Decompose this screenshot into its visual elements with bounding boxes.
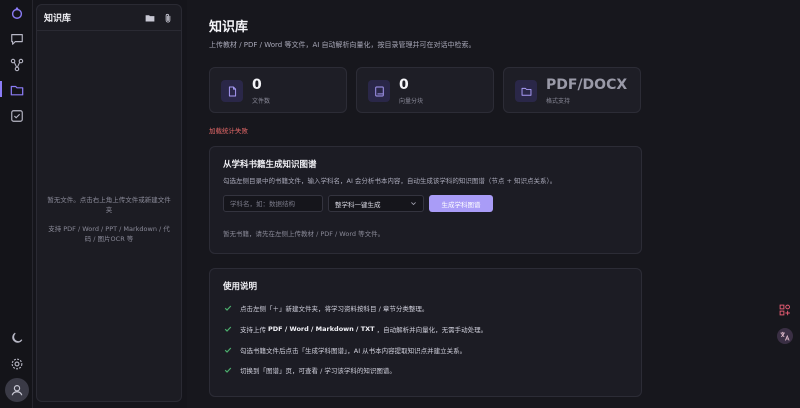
book-icon bbox=[368, 80, 390, 102]
folder-icon bbox=[515, 80, 537, 102]
stat-label: 文件数 bbox=[252, 98, 271, 105]
instruction-item: 点击左侧「＋」新建文件夹，将学习资料按科目 / 章节分类整理。 bbox=[224, 303, 428, 313]
sidebar-title: 知识库 bbox=[44, 14, 72, 24]
page-description: 上传教材 / PDF / Word 等文件，AI 自动解析向量化，按目录管理并可… bbox=[209, 41, 476, 49]
generate-mode-select[interactable]: 整学科一键生成 bbox=[328, 195, 424, 212]
check-icon bbox=[224, 305, 232, 311]
stat-value: 0 bbox=[252, 77, 262, 93]
generate-graph-button[interactable]: 生成学科图谱 bbox=[429, 195, 493, 212]
stat-value: PDF/DOCX bbox=[546, 77, 628, 93]
chat-icon[interactable] bbox=[8, 30, 25, 47]
translate-button[interactable] bbox=[777, 328, 793, 344]
stat-card-files: 0 文件数 bbox=[209, 67, 347, 113]
card-title: 使用说明 bbox=[223, 282, 258, 292]
card-description: 勾选左侧目录中的书籍文件，输入学科名，AI 会分析书本内容，自动生成该学科的知识… bbox=[223, 177, 557, 185]
new-folder-button[interactable] bbox=[144, 12, 156, 24]
file-icon bbox=[221, 80, 243, 102]
empty-text: 暂无文件。点击右上角上传文件或新建文件夹 bbox=[47, 196, 171, 214]
theme-moon-icon[interactable] bbox=[8, 329, 25, 346]
file-sidebar: 知识库 暂无文件。点击右上角上传文件或新建文件夹 支持 PDF / Word /… bbox=[36, 4, 182, 402]
icon-rail bbox=[0, 0, 33, 408]
instruction-item: 勾选书籍文件后点击「生成学科图谱」，AI 从书本内容提取知识点并建立关系。 bbox=[224, 345, 466, 355]
stat-card-formats: PDF/DOCX 格式支持 bbox=[503, 67, 641, 113]
translate-icon bbox=[780, 331, 790, 341]
shapes-tool-button[interactable] bbox=[777, 302, 793, 318]
app-logo-icon[interactable] bbox=[8, 4, 25, 21]
user-avatar[interactable] bbox=[5, 378, 29, 402]
chevron-down-icon bbox=[411, 202, 416, 206]
select-value: 整学科一键生成 bbox=[335, 200, 381, 209]
shapes-icon bbox=[779, 304, 790, 316]
stat-label: 向量分块 bbox=[399, 98, 424, 105]
instruction-item: 支持上传 PDF / Word / Markdown / TXT ，自动解析并向… bbox=[224, 324, 487, 334]
sidebar-empty-state: 暂无文件。点击右上角上传文件或新建文件夹 支持 PDF / Word / PPT… bbox=[45, 195, 173, 244]
no-books-note: 暂无书籍，请先在左侧上传教材 / PDF / Word 等文件。 bbox=[223, 230, 385, 238]
graph-generate-card: 从学科书籍生成知识图谱 勾选左侧目录中的书籍文件，输入学科名，AI 会分析书本内… bbox=[209, 146, 642, 254]
stat-card-chunks: 0 向量分块 bbox=[356, 67, 494, 113]
user-icon bbox=[11, 385, 23, 396]
check-icon bbox=[224, 347, 232, 353]
graph-icon[interactable] bbox=[8, 56, 25, 73]
task-check-icon[interactable] bbox=[8, 107, 25, 124]
instruction-item: 切换到「图谱」页，可查看 / 学习该学科的知识图谱。 bbox=[224, 365, 396, 375]
supported-formats-text: 支持 PDF / Word / PPT / Markdown / 代码 / 图片… bbox=[48, 225, 170, 243]
upload-file-button[interactable] bbox=[162, 12, 174, 24]
subject-name-input[interactable] bbox=[223, 195, 323, 212]
check-icon bbox=[224, 367, 232, 373]
stat-value: 0 bbox=[399, 77, 409, 93]
paperclip-icon bbox=[165, 13, 171, 22]
page-title: 知识库 bbox=[209, 20, 249, 35]
format-list-text: PDF / Word / Markdown / TXT bbox=[268, 325, 375, 333]
sidebar-header: 知识库 bbox=[37, 5, 181, 31]
settings-gear-icon[interactable] bbox=[8, 355, 25, 372]
stats-error-text: 加载统计失败 bbox=[209, 127, 248, 135]
check-icon bbox=[224, 326, 232, 332]
stat-label: 格式支持 bbox=[546, 98, 571, 105]
active-indicator bbox=[0, 81, 2, 97]
main-content: 知识库 上传教材 / PDF / Word 等文件，AI 自动解析向量化，按目录… bbox=[187, 0, 800, 408]
folder-nav-icon[interactable] bbox=[8, 81, 25, 98]
folder-icon bbox=[145, 14, 155, 21]
card-title: 从学科书籍生成知识图谱 bbox=[223, 160, 317, 170]
usage-guide-card: 使用说明 点击左侧「＋」新建文件夹，将学习资料按科目 / 章节分类整理。 支持上… bbox=[209, 268, 642, 397]
